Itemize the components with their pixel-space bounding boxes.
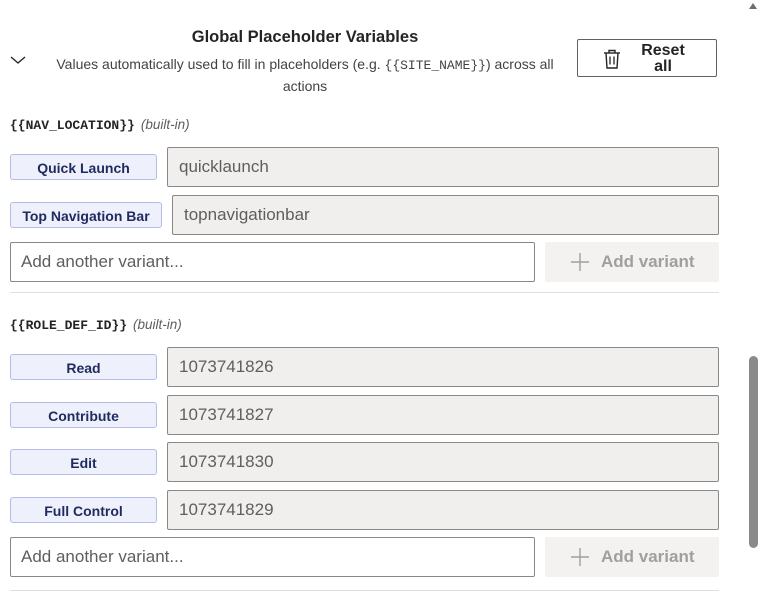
variable-name: {{NAV_LOCATION}} — [10, 118, 135, 133]
reset-all-label: Reset all — [641, 42, 685, 75]
add-variant-button[interactable]: Add variant — [545, 242, 719, 282]
variant-label-chip[interactable]: Full Control — [10, 497, 157, 523]
variant-label-chip[interactable]: Edit — [10, 449, 157, 475]
variant-label-chip[interactable]: Top Navigation Bar — [10, 202, 162, 228]
scrollbar-thumb[interactable] — [749, 356, 758, 548]
plus-icon — [571, 548, 589, 566]
variant-value-field[interactable]: 1073741826 — [167, 347, 719, 387]
page-subtitle: Values automatically used to fill in pla… — [38, 54, 572, 96]
variant-label-chip[interactable]: Read — [10, 354, 157, 380]
variable-name: {{ROLE_DEF_ID}} — [10, 318, 128, 333]
add-variant-input[interactable] — [10, 537, 535, 577]
plus-icon — [571, 253, 589, 271]
global-variables-header: Global Placeholder Variables Values auto… — [0, 0, 745, 100]
variant-label-chip[interactable]: Quick Launch — [10, 154, 157, 180]
subtitle-code-example: {{SITE_NAME}} — [384, 58, 486, 73]
built-in-tag: (built-in) — [140, 117, 190, 132]
chevron-down-icon — [10, 56, 26, 64]
variant-value-field[interactable]: 1073741829 — [167, 490, 719, 530]
section-divider — [10, 292, 719, 293]
collapse-toggle[interactable] — [8, 50, 28, 70]
subtitle-text-start: Values automatically used to fill in pla… — [56, 56, 385, 72]
vertical-scrollbar[interactable] — [745, 0, 761, 595]
variable-heading: {{NAV_LOCATION}} (built-in) — [10, 117, 190, 133]
add-variant-label: Add variant — [601, 547, 695, 566]
variant-value-field[interactable]: 1073741827 — [167, 395, 719, 435]
add-variant-input[interactable] — [10, 242, 535, 282]
scroll-up-arrow-icon[interactable] — [748, 1, 758, 11]
section-divider — [10, 590, 719, 591]
variable-heading: {{ROLE_DEF_ID}} (built-in) — [10, 317, 182, 333]
variant-value-field[interactable]: topnavigationbar — [172, 195, 719, 235]
page-title: Global Placeholder Variables — [191, 28, 419, 46]
add-variant-label: Add variant — [601, 252, 695, 271]
reset-all-button[interactable]: Reset all — [577, 39, 717, 77]
variant-value-field[interactable]: 1073741830 — [167, 442, 719, 482]
variant-label-chip[interactable]: Contribute — [10, 402, 157, 428]
trash-icon — [604, 49, 620, 69]
built-in-tag: (built-in) — [133, 317, 182, 332]
variant-value-field[interactable]: quicklaunch — [167, 147, 719, 187]
add-variant-button[interactable]: Add variant — [545, 537, 719, 577]
